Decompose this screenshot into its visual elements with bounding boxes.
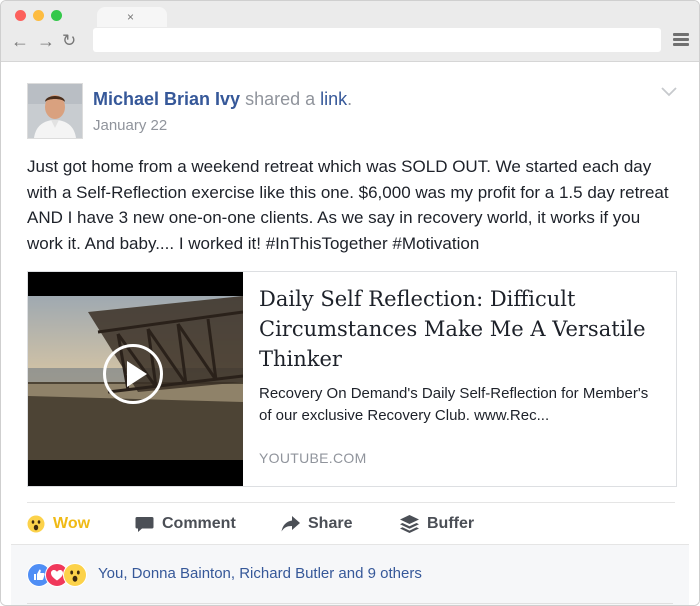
- attachment-domain: YOUTUBE.COM: [259, 450, 367, 466]
- shared-link[interactable]: link: [320, 89, 347, 109]
- wow-reaction-icon: [63, 563, 87, 587]
- browser-tab[interactable]: ×: [97, 7, 167, 27]
- close-window-button[interactable]: [15, 10, 26, 21]
- forward-arrow-icon[interactable]: →: [37, 31, 55, 51]
- avatar[interactable]: [27, 83, 83, 139]
- chevron-down-icon[interactable]: [661, 87, 677, 97]
- comment-icon: [135, 516, 154, 532]
- hamburger-menu-icon[interactable]: [673, 33, 689, 47]
- reaction-icons[interactable]: [27, 563, 97, 587]
- browser-window: × ← → ↻ Michael Brian Ivy shared a link.…: [0, 0, 700, 606]
- post-text: Just got home from a weekend retreat whi…: [27, 157, 669, 253]
- reactions-footer: You, Donna Bainton, Richard Butler and 9…: [11, 544, 689, 605]
- post-date[interactable]: January 22: [93, 117, 167, 134]
- divider: [27, 502, 675, 503]
- video-thumbnail[interactable]: [28, 272, 243, 486]
- buffer-button[interactable]: Buffer: [400, 511, 474, 537]
- comment-label: Comment: [162, 515, 236, 532]
- address-bar[interactable]: [93, 28, 661, 52]
- share-arrow-icon: [281, 516, 300, 532]
- buffer-stack-icon: [400, 515, 419, 533]
- wow-label: Wow: [53, 515, 91, 532]
- comment-button[interactable]: Comment: [135, 511, 236, 537]
- wow-reaction-button[interactable]: Wow: [27, 511, 90, 537]
- author-line: Michael Brian Ivy shared a link.: [93, 89, 352, 110]
- tab-close-icon[interactable]: ×: [127, 9, 134, 25]
- divider: [27, 603, 673, 604]
- link-attachment[interactable]: Daily Self Reflection: Difficult Circums…: [27, 271, 677, 487]
- share-button[interactable]: Share: [281, 511, 352, 537]
- shared-text: shared a: [240, 89, 321, 109]
- post-actions-bar: Wow Comment Share Buffer: [27, 511, 675, 537]
- wow-emoji-icon: [27, 515, 45, 533]
- play-icon[interactable]: [103, 344, 163, 404]
- browser-toolbar: × ← → ↻: [1, 1, 699, 62]
- buffer-label: Buffer: [427, 515, 475, 532]
- attachment-title[interactable]: Daily Self Reflection: Difficult Circums…: [259, 284, 659, 374]
- attachment-info[interactable]: Daily Self Reflection: Difficult Circums…: [259, 284, 659, 426]
- back-arrow-icon[interactable]: ←: [11, 31, 29, 51]
- shared-suffix: .: [347, 89, 353, 109]
- attachment-description: Recovery On Demand's Daily Self-Reflecti…: [259, 385, 649, 424]
- reactions-summary-link[interactable]: You, Donna Bainton, Richard Butler and 9…: [98, 565, 422, 582]
- reload-icon[interactable]: ↻: [62, 31, 76, 51]
- minimize-window-button[interactable]: [33, 10, 44, 21]
- share-label: Share: [308, 515, 353, 532]
- maximize-window-button[interactable]: [51, 10, 62, 21]
- facebook-post: Michael Brian Ivy shared a link. January…: [1, 62, 699, 605]
- author-name-link[interactable]: Michael Brian Ivy: [93, 89, 240, 109]
